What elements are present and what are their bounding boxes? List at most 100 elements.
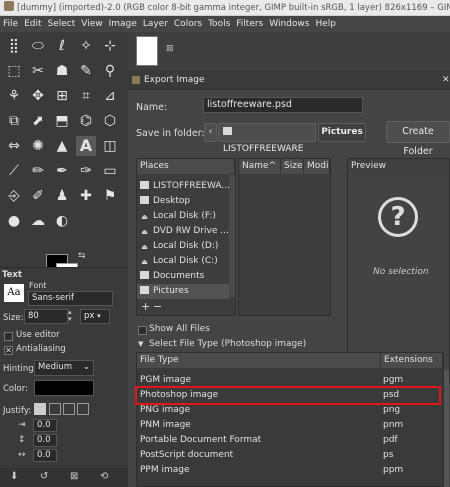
flip-icon[interactable]: ⇔ (4, 136, 24, 156)
places-scrollbar[interactable] (229, 175, 235, 297)
column-name[interactable]: Name^ (239, 159, 281, 174)
color-picker-icon[interactable]: ✎ (76, 61, 96, 81)
column-modified[interactable]: Modi (304, 159, 330, 174)
place-listoffreeware[interactable]: LISTOFFREEWA... (137, 179, 230, 194)
justify-left-icon[interactable] (34, 403, 46, 415)
select-file-type-expander[interactable]: Select File Type (Photoshop image) (149, 339, 306, 349)
fuzzy-select-icon[interactable]: ⊹ (100, 36, 120, 56)
filename-input[interactable]: listoffreeware.psd (203, 97, 363, 113)
ink-drop-icon[interactable]: ● (4, 211, 24, 231)
justify-center-icon[interactable] (63, 403, 75, 415)
letter-spacing-field[interactable]: 0.0 (33, 449, 57, 462)
menu-file[interactable]: File (0, 19, 21, 29)
size-field[interactable]: 80 (24, 309, 68, 324)
breadcrumb-back-button[interactable]: ‹ (204, 123, 217, 142)
antialiasing-checkbox[interactable]: ✕ (4, 346, 13, 355)
create-folder-button[interactable]: Create Folder (386, 121, 450, 157)
clone-icon[interactable]: ⎆ (4, 186, 24, 206)
menu-colors[interactable]: Colors (171, 19, 205, 29)
close-icon[interactable]: ✕ (442, 70, 450, 90)
menu-windows[interactable]: Windows (266, 19, 312, 29)
magic-wand-icon[interactable]: ✧ (76, 36, 96, 56)
filetype-row[interactable]: Portable Document Format pdf (137, 433, 437, 448)
hinting-select[interactable]: Medium ⌄ (34, 360, 94, 376)
warp-icon[interactable]: ⌬ (76, 111, 96, 131)
transform-icon[interactable]: ⧉ (4, 111, 24, 131)
paintbrush-icon[interactable]: ⟋ (4, 161, 24, 181)
size-unit-select[interactable]: px ▾ (80, 309, 110, 324)
cage-icon[interactable]: ⬡ (100, 111, 120, 131)
airbrush-icon[interactable]: ✑ (76, 161, 96, 181)
place-dvd-drive[interactable]: ⏏ DVD RW Drive ... (137, 224, 229, 239)
place-pictures[interactable]: Pictures (137, 284, 229, 299)
menu-edit[interactable]: Edit (21, 19, 44, 29)
filetype-scrollbar[interactable] (444, 370, 449, 487)
scissors-icon[interactable]: ✂ (28, 61, 48, 81)
size-spin-icon[interactable]: ▴ ▾ (68, 309, 76, 324)
menu-layer[interactable]: Layer (140, 19, 171, 29)
menu-image[interactable]: Image (106, 19, 140, 29)
swap-colors-icon[interactable]: ⇆ (78, 251, 86, 261)
gegl-icon[interactable]: ✺ (28, 136, 48, 156)
filetype-row[interactable]: PNM image pnm (137, 418, 437, 433)
dodge-icon[interactable]: ⚑ (100, 186, 120, 206)
expander-arrow-icon[interactable]: ▼ (138, 340, 143, 348)
burn-icon[interactable]: ◐ (52, 211, 72, 231)
menu-tools[interactable]: Tools (205, 19, 233, 29)
show-all-files-checkbox[interactable] (138, 326, 147, 335)
reset-options-icon[interactable]: ⟲ (100, 471, 108, 482)
use-editor-checkbox[interactable] (4, 332, 13, 341)
move-grid-icon[interactable]: ⣿ (4, 36, 24, 56)
move-icon[interactable]: ✥ (28, 86, 48, 106)
column-size[interactable]: Size (281, 159, 304, 174)
zoom-icon[interactable]: ⚲ (100, 61, 120, 81)
extensions-column-header[interactable]: Extensions (381, 353, 443, 368)
delete-options-icon[interactable]: ⊠ (70, 471, 78, 482)
rect-select-icon[interactable]: ⬚ (4, 61, 24, 81)
heal-icon[interactable]: ✐ (28, 186, 48, 206)
breadcrumb-pictures[interactable]: Pictures (318, 123, 366, 142)
text-tool-icon[interactable]: A (76, 136, 96, 156)
add-place-button[interactable]: + (141, 300, 150, 313)
gradient-icon[interactable]: ◫ (100, 136, 120, 156)
menu-select[interactable]: Select (45, 19, 79, 29)
place-desktop[interactable]: Desktop (137, 194, 229, 209)
text-color-button[interactable] (34, 380, 94, 396)
font-field[interactable]: Sans-serif (28, 291, 113, 306)
save-options-icon[interactable]: ⬇ (10, 471, 18, 482)
place-documents[interactable]: Documents (137, 269, 229, 284)
measure-icon[interactable]: ⊿ (100, 86, 120, 106)
paths-icon[interactable]: ⚘ (4, 86, 24, 106)
image-thumbnail[interactable] (136, 36, 158, 66)
filetype-row[interactable]: PNG image png (137, 403, 437, 418)
justify-right-icon[interactable] (49, 403, 61, 415)
filetype-row[interactable]: PPM image ppm (137, 463, 437, 478)
font-preview-icon[interactable]: Aa (4, 284, 24, 302)
menu-filters[interactable]: Filters (233, 19, 266, 29)
close-image-icon[interactable]: ⊠ (166, 44, 174, 54)
filetype-row[interactable]: PostScript document ps (137, 448, 437, 463)
restore-options-icon[interactable]: ↺ (40, 471, 48, 482)
menu-help[interactable]: Help (312, 19, 339, 29)
pencil-icon[interactable]: ✏ (28, 161, 48, 181)
lasso-icon[interactable]: ℓ (52, 36, 72, 56)
smudge-icon[interactable]: ♟ (52, 186, 72, 206)
place-local-disk-d[interactable]: ⏏ Local Disk (D:) (137, 239, 229, 254)
align-icon[interactable]: ⊞ (52, 86, 72, 106)
indent-field[interactable]: 0.0 (33, 419, 57, 432)
ellipse-select-icon[interactable]: ⬭ (28, 36, 48, 56)
place-local-disk-f[interactable]: ⏏ Local Disk (F:) (137, 209, 229, 224)
remove-place-button[interactable]: − (153, 300, 162, 313)
eraser-icon[interactable]: ▭ (100, 161, 120, 181)
foreground-select-icon[interactable]: ☗ (52, 61, 72, 81)
shear-icon[interactable]: ⬈ (28, 111, 48, 131)
crop-icon[interactable]: ⌗ (76, 86, 96, 106)
line-spacing-field[interactable]: 0.0 (33, 434, 57, 447)
justify-fill-icon[interactable] (77, 403, 89, 415)
blob-icon[interactable]: ☁ (28, 211, 48, 231)
menu-view[interactable]: View (78, 19, 105, 29)
breadcrumb-listoffreeware[interactable]: LISTOFFREEWARE (218, 123, 316, 154)
place-local-disk-c[interactable]: ⏏ Local Disk (C:) (137, 254, 229, 269)
bandage-icon[interactable]: ✚ (76, 186, 96, 206)
bucket-fill-icon[interactable]: ▲ (52, 136, 72, 156)
